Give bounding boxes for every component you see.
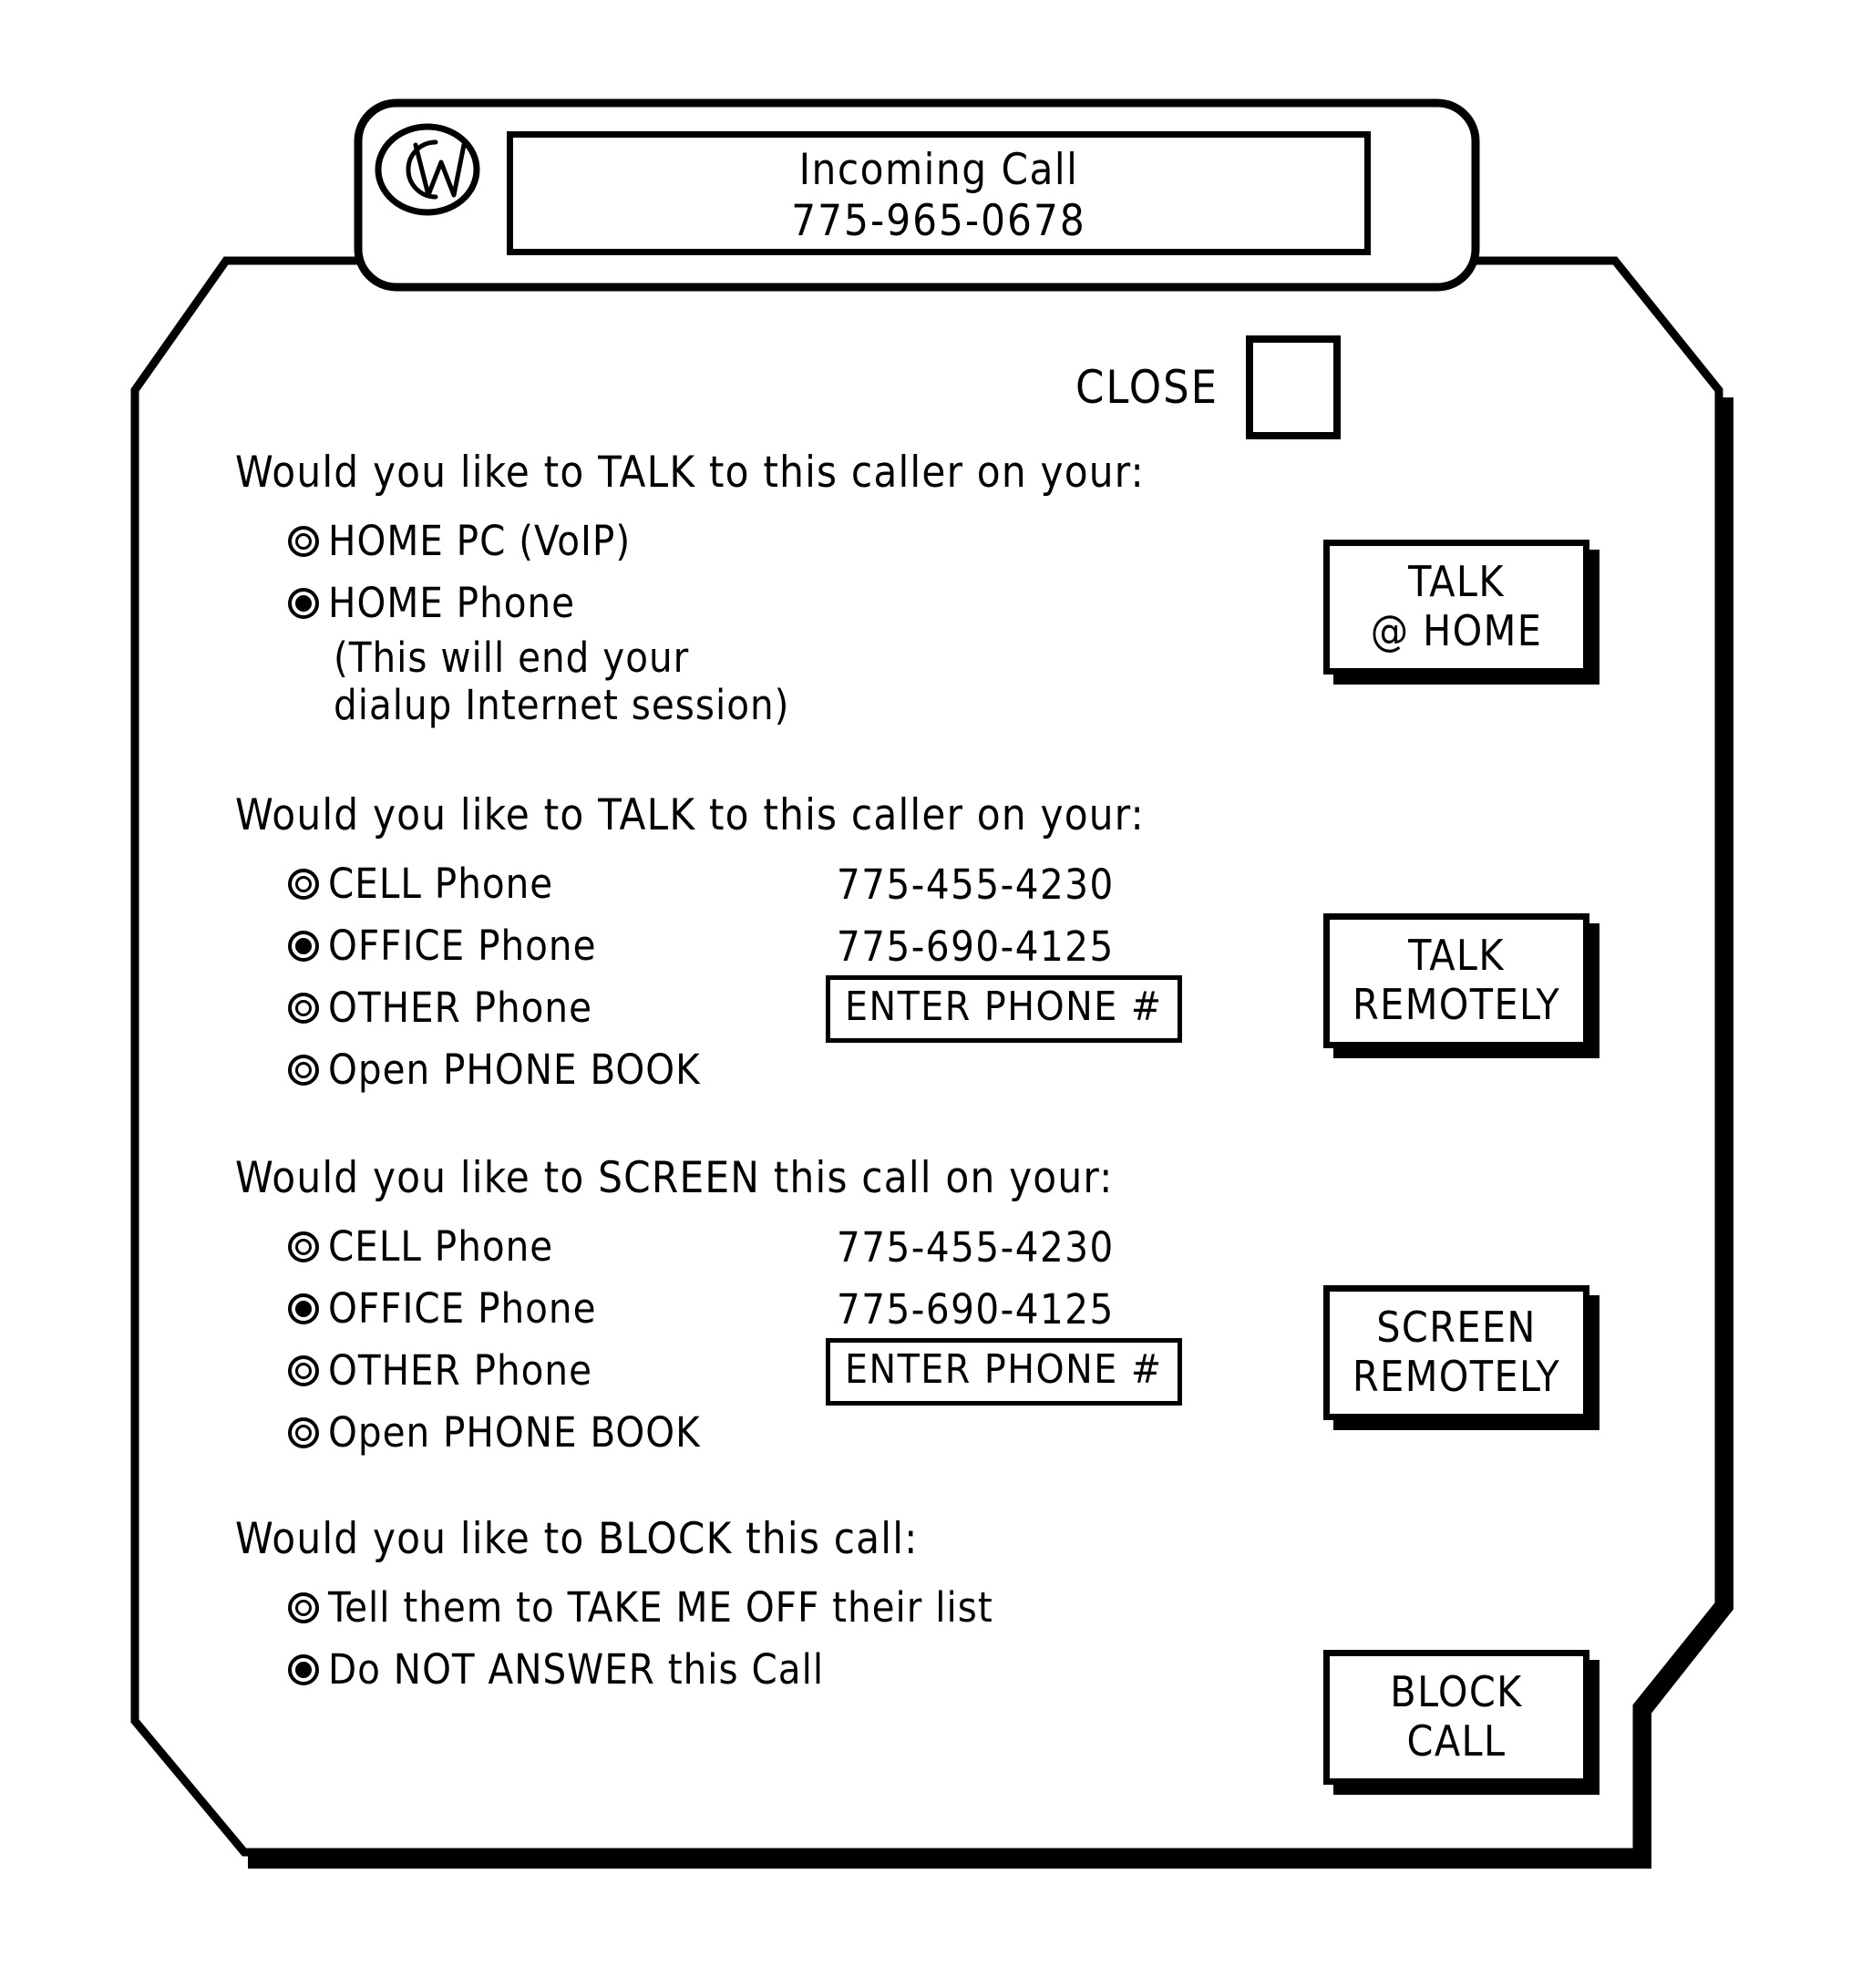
button-line-1: TALK xyxy=(1408,557,1505,606)
option-row[interactable]: Open PHONE BOOK xyxy=(235,1402,1256,1464)
option-label: Do NOT ANSWER this Call xyxy=(328,1645,825,1694)
option-row[interactable]: OTHER Phone ENTER PHONE # xyxy=(235,975,1256,1043)
option-label: HOME PC (VoIP) xyxy=(328,517,632,565)
option-label: CELL Phone xyxy=(328,1222,554,1271)
button-line-2: @ HOME xyxy=(1370,606,1543,655)
option-row[interactable]: Tell them to TAKE ME OFF their list xyxy=(235,1577,1256,1639)
option-row[interactable]: OFFICE Phone 775-690-4125 xyxy=(235,1278,1256,1340)
section-heading: Would you like to SCREEN this call on yo… xyxy=(235,1153,1114,1203)
option-label: OTHER Phone xyxy=(328,1346,593,1395)
section-talk-home: Would you like to TALK to this caller on… xyxy=(235,447,1256,729)
option-row[interactable]: HOME Phone xyxy=(235,572,1256,634)
button-line-1: TALK xyxy=(1408,931,1505,980)
note-line: dialup Internet session) xyxy=(334,681,790,729)
option-label: Open PHONE BOOK xyxy=(328,1408,701,1457)
display-line-phone-number: 775-965-0678 xyxy=(791,196,1086,246)
option-phone-number: 775-690-4125 xyxy=(837,1284,1115,1334)
talk-enter-phone-input[interactable]: ENTER PHONE # xyxy=(826,975,1182,1043)
button-line-2: REMOTELY xyxy=(1353,1352,1560,1401)
block-call-button[interactable]: BLOCK CALL xyxy=(1323,1650,1589,1785)
talk-remotely-button[interactable]: TALK REMOTELY xyxy=(1323,913,1589,1048)
option-row[interactable]: Do NOT ANSWER this Call xyxy=(235,1639,1256,1701)
home-phone-note: (This will end your dialup Internet sess… xyxy=(334,634,1256,729)
radio-talk-office-phone[interactable] xyxy=(288,931,319,962)
option-label: CELL Phone xyxy=(328,860,554,908)
option-label: Tell them to TAKE ME OFF their list xyxy=(328,1583,993,1632)
button-line-1: BLOCK xyxy=(1390,1667,1523,1716)
section-heading: Would you like to BLOCK this call: xyxy=(235,1514,919,1564)
radio-home-pc-voip[interactable] xyxy=(288,526,319,557)
option-label: OFFICE Phone xyxy=(328,1284,597,1333)
option-row[interactable]: HOME PC (VoIP) xyxy=(235,510,1256,572)
section-heading: Would you like to TALK to this caller on… xyxy=(235,448,1145,498)
screen-enter-phone-input[interactable]: ENTER PHONE # xyxy=(826,1338,1182,1406)
option-row[interactable]: Open PHONE BOOK xyxy=(235,1039,1256,1101)
radio-home-phone[interactable] xyxy=(288,588,319,619)
section-screen-remotely: Would you like to SCREEN this call on yo… xyxy=(235,1152,1256,1464)
radio-screen-office-phone[interactable] xyxy=(288,1293,319,1324)
button-line-2: REMOTELY xyxy=(1353,980,1560,1029)
section-talk-remotely: Would you like to TALK to this caller on… xyxy=(235,789,1256,1101)
caller-id-display: Incoming Call 775-965-0678 xyxy=(507,131,1371,255)
close-row: CLOSE xyxy=(1075,335,1342,439)
logo-letter-w xyxy=(413,142,467,198)
button-line-1: SCREEN xyxy=(1376,1303,1537,1352)
button-line-2: CALL xyxy=(1406,1716,1507,1766)
option-row[interactable]: OFFICE Phone 775-690-4125 xyxy=(235,915,1256,977)
section-heading: Would you like to TALK to this caller on… xyxy=(235,790,1145,840)
radio-talk-cell-phone[interactable] xyxy=(288,869,319,900)
radio-screen-other-phone[interactable] xyxy=(288,1355,319,1386)
screen-remotely-button[interactable]: SCREEN REMOTELY xyxy=(1323,1285,1589,1420)
logo-outer-ellipse xyxy=(375,123,480,216)
option-row[interactable]: OTHER Phone ENTER PHONE # xyxy=(235,1338,1256,1406)
cw-logo-icon xyxy=(374,122,481,217)
option-phone-number: 775-455-4230 xyxy=(837,1222,1115,1272)
radio-talk-other-phone[interactable] xyxy=(288,993,319,1024)
option-phone-number: 775-455-4230 xyxy=(837,860,1115,909)
option-row[interactable]: CELL Phone 775-455-4230 xyxy=(235,853,1256,915)
header-bar: Incoming Call 775-965-0678 xyxy=(354,98,1480,292)
option-phone-number: 775-690-4125 xyxy=(837,922,1115,971)
section-block-call: Would you like to BLOCK this call: Tell … xyxy=(235,1513,1256,1701)
note-line: (This will end your xyxy=(334,633,690,682)
radio-do-not-answer[interactable] xyxy=(288,1654,319,1685)
option-label: Open PHONE BOOK xyxy=(328,1046,701,1094)
option-label: OFFICE Phone xyxy=(328,922,597,970)
radio-take-me-off-list[interactable] xyxy=(288,1592,319,1623)
radio-screen-cell-phone[interactable] xyxy=(288,1231,319,1262)
close-label: CLOSE xyxy=(1075,361,1219,414)
display-line-incoming-call: Incoming Call xyxy=(798,145,1079,195)
talk-at-home-button[interactable]: TALK @ HOME xyxy=(1323,540,1589,675)
radio-screen-open-phone-book[interactable] xyxy=(288,1417,319,1448)
close-button[interactable] xyxy=(1246,335,1342,439)
option-label: OTHER Phone xyxy=(328,984,593,1032)
options-content: Would you like to TALK to this caller on… xyxy=(235,447,1256,1701)
radio-talk-open-phone-book[interactable] xyxy=(288,1055,319,1086)
option-label: HOME Phone xyxy=(328,579,576,627)
option-row[interactable]: CELL Phone 775-455-4230 xyxy=(235,1216,1256,1278)
